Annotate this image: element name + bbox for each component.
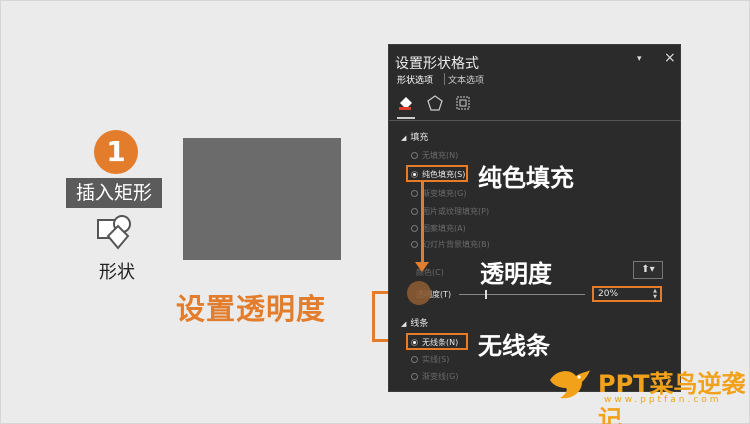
- no-line-annotation: 无线条: [478, 332, 550, 360]
- step-number-badge: 1: [94, 130, 138, 174]
- annotation-arrow-head: [415, 262, 429, 272]
- insert-rectangle-label: 插入矩形: [66, 178, 162, 208]
- line-radio[interactable]: [411, 373, 418, 380]
- transparency-value: 20%: [598, 289, 619, 299]
- size-properties-icon[interactable]: [455, 95, 471, 111]
- fill-bucket-icon[interactable]: [397, 95, 415, 111]
- bracket-connector: [372, 291, 375, 341]
- logo-text: PPT菜鸟逆袭记: [598, 370, 746, 424]
- line-radio[interactable]: [411, 356, 418, 363]
- transparency-slider-track[interactable]: [459, 294, 585, 295]
- transparency-input[interactable]: 20% ▲ ▼: [592, 286, 662, 302]
- fill-radio[interactable]: [411, 225, 418, 232]
- set-transparency-annotation: 设置透明度: [176, 292, 327, 326]
- tab-text-options[interactable]: 文本选项: [448, 73, 484, 86]
- fill-radio[interactable]: [411, 152, 418, 159]
- panel-close-button[interactable]: ×: [664, 50, 676, 66]
- cursor-highlight-dot: [407, 281, 431, 305]
- panel-divider: [389, 120, 681, 121]
- shapes-icon[interactable]: [96, 214, 136, 250]
- logo-url: www.pptfan.com: [604, 395, 722, 405]
- active-icon-indicator: [397, 117, 415, 119]
- solid-fill-highlight: [406, 165, 468, 182]
- bird-logo-icon: [550, 370, 590, 399]
- line-option-gradient[interactable]: 渐变线(G): [422, 371, 458, 382]
- fill-section-header[interactable]: ◢ 填充: [401, 130, 428, 143]
- line-header-label: 线条: [410, 319, 429, 329]
- collapse-triangle-icon: ◢: [401, 134, 407, 142]
- fill-option-pattern[interactable]: 图案填充(A): [422, 223, 466, 234]
- fill-radio[interactable]: [411, 208, 418, 215]
- shapes-label: 形状: [99, 262, 135, 283]
- fill-option-gradient[interactable]: 渐变填充(G): [422, 188, 466, 199]
- color-picker-button[interactable]: ⬆▾: [633, 261, 663, 279]
- tab-separator: [444, 73, 445, 85]
- fill-option-picture[interactable]: 图片或纹理填充(P): [422, 206, 489, 217]
- no-line-highlight: [406, 333, 468, 350]
- fill-header-label: 填充: [410, 133, 429, 143]
- line-section-header[interactable]: ◢ 线条: [401, 316, 428, 329]
- annotation-arrow-line: [421, 180, 424, 268]
- panel-title: 设置形状格式: [395, 56, 479, 72]
- fill-radio[interactable]: [411, 241, 418, 248]
- line-option-solid[interactable]: 实线(S): [422, 354, 449, 365]
- transparency-slider-thumb[interactable]: [485, 290, 487, 299]
- transparency-annotation: 透明度: [480, 260, 552, 288]
- spinner-icon[interactable]: ▲ ▼: [653, 288, 657, 300]
- panel-options-dropdown[interactable]: ▾: [637, 54, 642, 64]
- fill-radio[interactable]: [411, 190, 418, 197]
- collapse-triangle-icon: ◢: [401, 320, 407, 328]
- solid-fill-annotation: 纯色填充: [478, 164, 574, 192]
- rectangle-shape[interactable]: [183, 138, 341, 260]
- fill-option-background[interactable]: 幻灯片背景填充(B): [422, 239, 490, 250]
- pentagon-icon[interactable]: [427, 95, 443, 111]
- fill-option-none[interactable]: 无填充(N): [422, 150, 458, 161]
- tab-shape-options[interactable]: 形状选项: [397, 73, 433, 86]
